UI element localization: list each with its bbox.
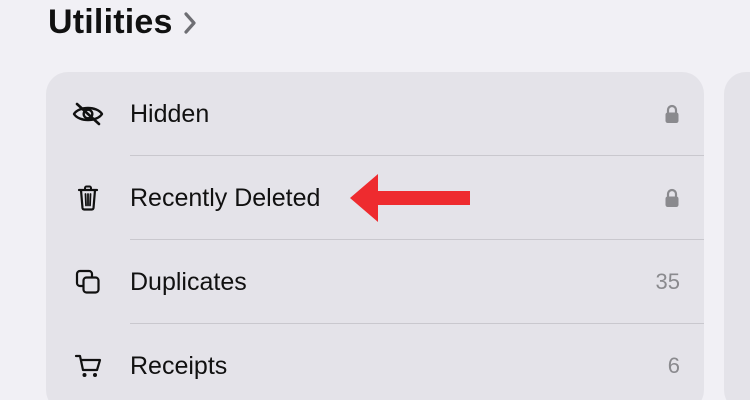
trash-icon — [72, 182, 104, 214]
lock-icon — [664, 188, 680, 208]
utilities-section-header[interactable]: Utilities — [48, 0, 197, 44]
duplicates-icon — [72, 266, 104, 298]
cart-icon — [72, 350, 104, 382]
adjacent-card-edge — [724, 72, 750, 400]
list-item-label: Hidden — [130, 99, 210, 128]
photos-utilities-page: Utilities Hidden Recently Deleted Duplic… — [0, 0, 750, 400]
list-item-label: Duplicates — [130, 267, 247, 296]
list-item-label: Recently Deleted — [130, 183, 321, 212]
section-title: Utilities — [48, 2, 173, 41]
item-count: 35 — [655, 269, 680, 294]
list-item-label: Receipts — [130, 351, 228, 380]
list-item-hidden[interactable]: Hidden — [46, 72, 704, 156]
red-arrow-annotation — [350, 174, 470, 222]
eye-slash-icon — [72, 98, 104, 130]
arrow-shape — [350, 174, 470, 222]
lock-icon — [664, 104, 680, 124]
chevron-right-icon — [183, 11, 197, 35]
item-count: 6 — [667, 353, 680, 378]
list-item-duplicates[interactable]: Duplicates 35 — [46, 240, 704, 324]
utilities-list: Hidden Recently Deleted Duplicates 35 Re… — [46, 72, 704, 400]
list-item-receipts[interactable]: Receipts 6 — [46, 324, 704, 400]
